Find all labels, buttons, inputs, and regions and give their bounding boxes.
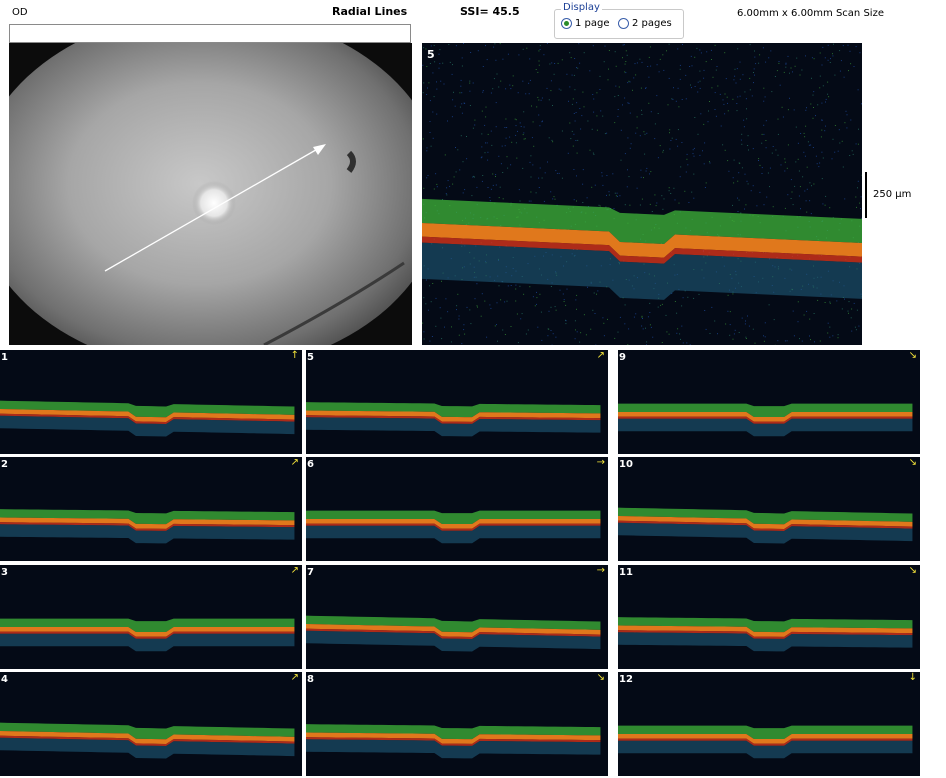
main-bscan-image[interactable]: 5 [422, 43, 862, 345]
signal-strength-index: SSI= 45.5 [460, 5, 520, 18]
scan-direction-arrow-icon: ↑ [290, 350, 299, 361]
scan-type-title: Radial Lines [332, 5, 408, 18]
scan-direction-arrow-icon: ↘ [908, 350, 917, 361]
one-page-radio[interactable]: 1 page [561, 18, 610, 29]
scan-direction-arrow-icon: ↘ [908, 565, 917, 576]
eye-label: OD [12, 7, 28, 18]
thumbnail-number: 8 [307, 674, 314, 685]
scan-direction-arrow-icon: ↘ [908, 457, 917, 468]
thumbnail-bscan [306, 457, 608, 561]
scan-thumbnail-12[interactable]: 12 ↓ [618, 672, 920, 776]
scan-thumbnail-7[interactable]: 7 → [306, 565, 608, 669]
radio-unselected-icon [618, 18, 629, 29]
scale-bar [865, 172, 867, 218]
scan-direction-arrow-icon: ↗ [596, 350, 605, 361]
thumbnail-number: 7 [307, 567, 314, 578]
thumbnail-bscan [618, 565, 920, 669]
scan-thumbnail-2[interactable]: 2 ↗ [0, 457, 302, 561]
scan-thumbnail-9[interactable]: 9 ↘ [618, 350, 920, 454]
scan-thumbnail-1[interactable]: 1 ↑ [0, 350, 302, 454]
radio-selected-icon [561, 18, 572, 29]
fundus-image[interactable] [9, 43, 412, 345]
scan-size-label: 6.00mm x 6.00mm Scan Size [737, 8, 884, 19]
scale-bar-label: 250 µm [873, 189, 912, 200]
scan-direction-arrow-icon: ↗ [290, 457, 299, 468]
fundus-svg [9, 43, 412, 345]
thumbnail-number: 1 [1, 352, 8, 363]
scan-thumbnail-8[interactable]: 8 ↘ [306, 672, 608, 776]
fundus-info-bar [9, 24, 411, 43]
scan-direction-arrow-icon: ↘ [596, 672, 605, 683]
scan-direction-arrow-icon: ↗ [290, 565, 299, 576]
scan-thumbnail-6[interactable]: 6 → [306, 457, 608, 561]
scan-direction-arrow-icon: → [596, 565, 605, 576]
thumbnail-bscan [306, 672, 608, 776]
two-pages-label: 2 pages [632, 18, 672, 29]
thumbnail-bscan [0, 457, 302, 561]
thumbnail-bscan [0, 350, 302, 454]
scan-direction-arrow-icon: ↓ [908, 672, 917, 683]
thumbnail-bscan [0, 565, 302, 669]
thumbnail-bscan [618, 350, 920, 454]
thumbnail-number: 3 [1, 567, 8, 578]
thumbnail-bscan [0, 672, 302, 776]
scan-thumbnail-10[interactable]: 10 ↘ [618, 457, 920, 561]
thumbnail-number: 11 [619, 567, 633, 578]
thumbnail-bscan [306, 350, 608, 454]
scan-thumbnail-5[interactable]: 5 ↗ [306, 350, 608, 454]
two-pages-radio[interactable]: 2 pages [618, 18, 672, 29]
thumbnail-number: 12 [619, 674, 633, 685]
main-bscan-svg [422, 43, 862, 345]
display-legend: Display [561, 2, 602, 13]
main-scan-number: 5 [427, 48, 435, 61]
scan-thumbnail-11[interactable]: 11 ↘ [618, 565, 920, 669]
thumbnail-number: 9 [619, 352, 626, 363]
display-options-group: Display 1 page 2 pages [554, 2, 684, 39]
optic-disc [192, 181, 236, 225]
thumbnail-number: 5 [307, 352, 314, 363]
scan-direction-arrow-icon: → [596, 457, 605, 468]
thumbnail-bscan [618, 672, 920, 776]
scan-direction-arrow-icon: ↗ [290, 672, 299, 683]
thumbnail-bscan [306, 565, 608, 669]
one-page-label: 1 page [575, 18, 610, 29]
thumbnail-number: 2 [1, 459, 8, 470]
scan-thumbnail-4[interactable]: 4 ↗ [0, 672, 302, 776]
scan-thumbnail-3[interactable]: 3 ↗ [0, 565, 302, 669]
thumbnail-bscan [618, 457, 920, 561]
thumbnail-number: 6 [307, 459, 314, 470]
thumbnail-number: 4 [1, 674, 8, 685]
thumbnail-number: 10 [619, 459, 633, 470]
